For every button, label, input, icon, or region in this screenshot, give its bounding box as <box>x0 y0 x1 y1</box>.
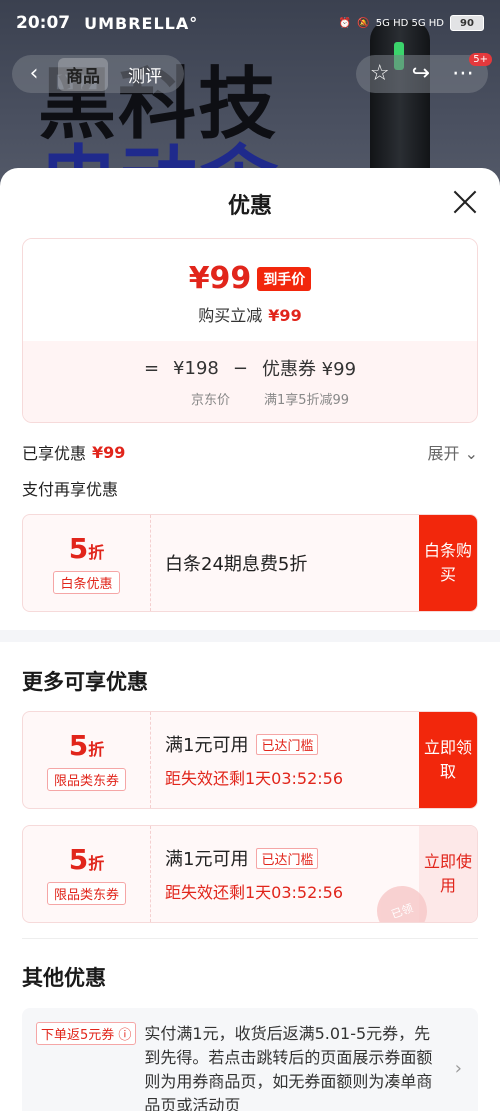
price-summary-top: ¥99 到手价 购买立减 ¥99 <box>23 239 477 341</box>
return-coupon-tag: 下单返5元券 ⓘ <box>36 1022 137 1045</box>
coupon-discount: 5折 <box>68 729 105 762</box>
coupon-card: 5折 限品类东券 满1元可用 已达门槛 距失效还剩1天03:52:56 立即领取 <box>22 711 478 809</box>
price-calc: = ¥198 − 优惠券 ¥99 <box>23 355 477 381</box>
mute-icon: 🔕 <box>357 17 370 29</box>
baitiao-info: 白条24期息费5折 <box>151 515 419 611</box>
share-icon[interactable]: ↪ <box>412 62 430 86</box>
discount-sheet: 优惠 ¥99 到手价 购买立减 ¥99 = ¥198 − 优惠券 ¥99 京东价 … <box>0 168 500 1111</box>
tab-review[interactable]: 测评 <box>120 58 170 91</box>
nav-right-group: ☆ ↪ ⋯ 5+ <box>355 53 492 93</box>
base-price-label: 京东价 <box>190 393 230 408</box>
baitiao-discount-block: 5折 白条优惠 <box>23 515 151 611</box>
coupon-info: 满1元可用 已达门槛 距失效还剩1天03:52:56 <box>151 712 419 808</box>
battery-icon: 90 <box>450 15 484 31</box>
status-time: 20:07 <box>16 13 71 33</box>
tab-product[interactable]: 商品 <box>58 57 108 91</box>
status-right: ⏰ 🔕 5G HD 5G HD 90 <box>339 15 484 31</box>
base-price: ¥198 <box>173 357 219 379</box>
top-nav: ‹ 商品 测评 ☆ ↪ ⋯ 5+ <box>12 52 492 96</box>
nav-left-group: ‹ 商品 测评 <box>12 55 184 93</box>
other-discount-card[interactable]: 下单返5元券 ⓘ 实付满1元，收货后返满5.01-5元券，先到先得。若点击跳转后… <box>22 1008 478 1111</box>
baitiao-card: 5折 白条优惠 白条24期息费5折 白条购买 <box>22 514 478 612</box>
status-brand: UMBRELLA° <box>84 13 199 33</box>
coupon-category-tag: 限品类东券 <box>46 768 126 791</box>
coupon-amount: 优惠券 ¥99 <box>261 359 357 380</box>
price-breakdown: = ¥198 − 优惠券 ¥99 京东价 满1享5折减99 <box>23 341 477 422</box>
price-summary: ¥99 到手价 购买立减 ¥99 = ¥198 − 优惠券 ¥99 京东价 满1享… <box>22 238 478 423</box>
other-discounts-title: 其他优惠 <box>22 966 106 990</box>
price-calc-labels: 京东价 满1享5折减99 <box>23 389 477 408</box>
minus-sign: − <box>232 357 248 379</box>
baitiao-discount: 5折 <box>68 532 105 565</box>
message-badge: 5+ <box>469 53 492 66</box>
chevron-right-icon: › <box>454 1058 462 1079</box>
more-discounts-title: 更多可享优惠 <box>22 670 148 694</box>
coupon-condition: 满1元可用 <box>165 849 249 870</box>
section-divider-line <box>22 938 478 939</box>
final-price-line: ¥99 到手价 <box>23 261 477 296</box>
coupon-category-tag: 限品类东券 <box>46 882 126 905</box>
instant-discount-line: 购买立减 ¥99 <box>23 302 477 326</box>
coupon-card: 5折 限品类东券 满1元可用 已达门槛 距失效还剩1天03:52:56 立即使用… <box>22 825 478 923</box>
coupon-title-row: 满1元可用 已达门槛 <box>165 731 405 757</box>
enjoyed-discount-row: 已享优惠 ¥99 展开 ⌄ <box>22 440 478 464</box>
coupon-rule-label: 满1享5折减99 <box>263 393 350 408</box>
claim-coupon-button[interactable]: 立即领取 <box>419 712 477 808</box>
baitiao-title: 白条24期息费5折 <box>165 554 308 575</box>
sheet-title: 优惠 <box>227 194 272 219</box>
coupon-discount: 5折 <box>68 843 105 876</box>
star-icon[interactable]: ☆ <box>370 62 390 86</box>
final-price: ¥99 <box>188 261 252 296</box>
baitiao-tag: 白条优惠 <box>53 571 120 594</box>
pay-more-label: 支付再享优惠 <box>22 480 119 499</box>
equals-sign: = <box>143 357 160 379</box>
enjoyed-label: 已享优惠 <box>22 444 87 463</box>
coupon-countdown: 距失效还剩1天03:52:56 <box>165 769 344 788</box>
back-icon[interactable]: ‹ <box>22 62 46 86</box>
final-price-tag: 到手价 <box>257 266 312 291</box>
threshold-badge: 已达门槛 <box>256 847 319 869</box>
enjoyed-amount: ¥99 <box>92 442 126 462</box>
return-coupon-description: 实付满1元，收货后返满5.01-5元券，先到先得。若点击跳转后的页面展示券面额则… <box>144 1024 433 1111</box>
section-divider <box>0 630 500 642</box>
threshold-badge: 已达门槛 <box>256 733 319 755</box>
use-coupon-button[interactable]: 立即使用 <box>419 826 477 922</box>
coupon-condition: 满1元可用 <box>165 735 249 756</box>
instant-discount-amount: ¥99 <box>268 306 302 325</box>
coupon-title-row: 满1元可用 已达门槛 <box>165 845 405 871</box>
coupon-discount-block: 5折 限品类东券 <box>23 712 151 808</box>
instant-discount-label: 购买立减 <box>198 306 263 325</box>
alarm-icon: ⏰ <box>338 17 352 29</box>
coupon-discount-block: 5折 限品类东券 <box>23 826 151 922</box>
more-icon[interactable]: ⋯ <box>452 62 474 86</box>
status-bar: 20:07 UMBRELLA° ⏰ 🔕 5G HD 5G HD 90 <box>0 0 500 46</box>
baitiao-buy-button[interactable]: 白条购买 <box>419 515 477 611</box>
close-icon[interactable] <box>452 188 478 214</box>
coupon-countdown: 距失效还剩1天03:52:56 <box>165 883 344 902</box>
expand-button[interactable]: 展开 ⌄ <box>428 440 479 464</box>
network-label: 5G HD 5G HD <box>375 17 444 29</box>
